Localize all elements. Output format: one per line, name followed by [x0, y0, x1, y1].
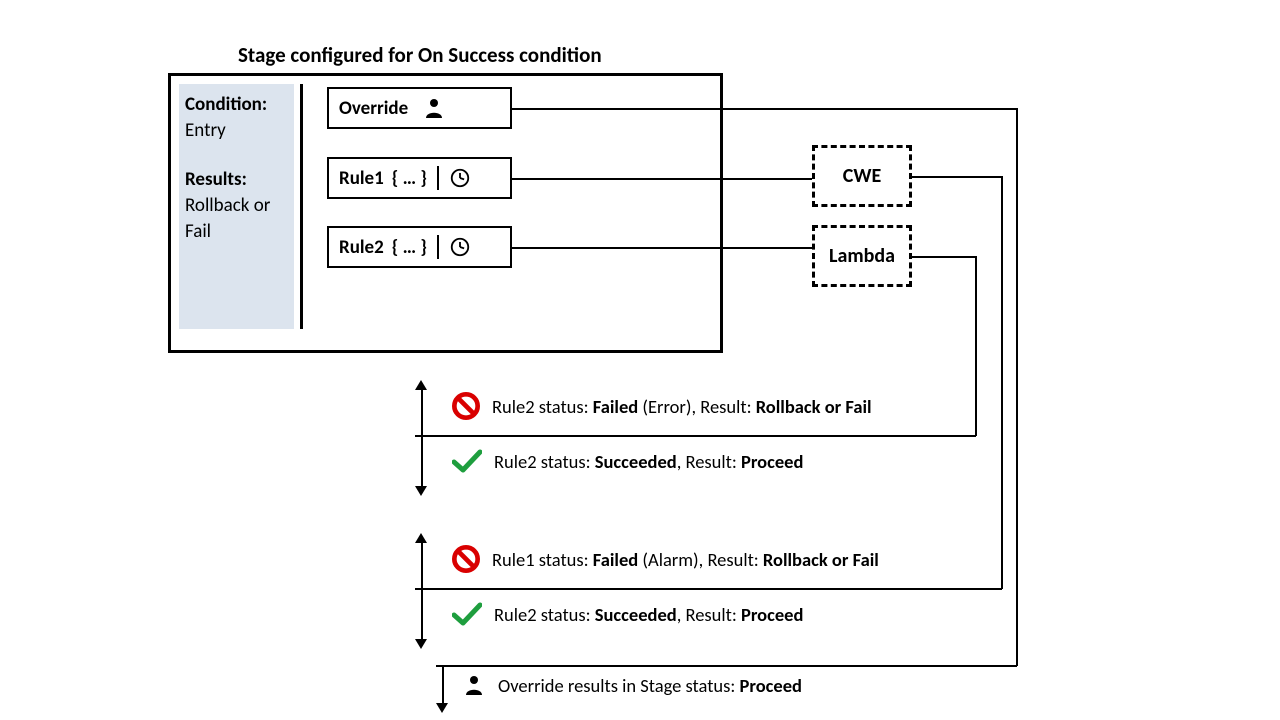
side-panel: Condition: Entry Results: Rollback or Fa…: [179, 84, 294, 329]
condition-value: Entry: [185, 118, 288, 144]
lambda-label: Lambda: [829, 244, 895, 268]
no-icon: [452, 545, 480, 573]
rule2-sep: [437, 235, 439, 259]
result1-pass: Rule2 status: Succeeded, Result: Proceed: [452, 448, 803, 474]
person-icon: [422, 96, 446, 120]
conn-cwe-right: [912, 176, 1002, 178]
results-value: Rollback or Fail: [185, 193, 288, 244]
override-label: Override: [339, 97, 408, 120]
conn-override-down: [1016, 108, 1018, 666]
conn-rule1-cwe: [512, 178, 812, 180]
result1-fail-text: Rule2 status: Failed (Error), Result: Ro…: [492, 395, 872, 418]
rule2-name: Rule2: [339, 236, 384, 259]
result1-pass-text: Rule2 status: Succeeded, Result: Proceed: [494, 450, 803, 473]
person-icon: [462, 673, 486, 697]
conn-cwe-join: [415, 588, 1002, 590]
lambda-box: Lambda: [812, 225, 912, 287]
results-label: Results:: [185, 167, 288, 193]
conn-override: [512, 108, 1017, 110]
rule2-body: { … }: [392, 236, 427, 259]
conn-lambda-down: [975, 256, 977, 436]
result2-arrow-down: [415, 639, 427, 649]
result2-fail-text: Rule1 status: Failed (Alarm), Result: Ro…: [492, 548, 879, 571]
result2-fail: Rule1 status: Failed (Alarm), Result: Ro…: [452, 545, 879, 573]
result1-range: [421, 388, 423, 488]
override-arrow-down: [436, 703, 448, 713]
conn-cwe-down: [1001, 176, 1003, 589]
result1-fail: Rule2 status: Failed (Error), Result: Ro…: [452, 392, 872, 420]
conn-override-join: [436, 665, 1017, 667]
rule1-sep: [437, 166, 439, 190]
no-icon: [452, 392, 480, 420]
result2-pass: Rule2 status: Succeeded, Result: Proceed: [452, 601, 803, 627]
clock-icon: [449, 167, 471, 189]
result2-pass-text: Rule2 status: Succeeded, Result: Proceed: [494, 603, 803, 626]
rule1-body: { … }: [392, 167, 427, 190]
check-icon: [452, 601, 482, 627]
cwe-box: CWE: [812, 145, 912, 207]
override-arrow-line: [442, 665, 444, 705]
side-divider: [300, 84, 303, 329]
condition-label: Condition:: [185, 92, 288, 118]
conn-rule2-lambda: [512, 247, 812, 249]
rule1-box: Rule1 { … }: [327, 157, 512, 199]
cwe-label: CWE: [843, 164, 881, 188]
rule1-name: Rule1: [339, 167, 384, 190]
result1-arrow-up: [415, 380, 427, 390]
clock-icon: [449, 236, 471, 258]
override-result: Override results in Stage status: Procee…: [462, 673, 802, 697]
result2-arrow-up: [415, 533, 427, 543]
conn-lambda-join: [415, 435, 976, 437]
override-box: Override: [327, 87, 512, 129]
rule2-box: Rule2 { … }: [327, 226, 512, 268]
result1-arrow-down: [415, 486, 427, 496]
result2-range: [421, 541, 423, 641]
check-icon: [452, 448, 482, 474]
conn-lambda-right: [912, 256, 976, 258]
override-result-text: Override results in Stage status: Procee…: [498, 674, 802, 697]
diagram-title: Stage configured for On Success conditio…: [238, 42, 602, 68]
